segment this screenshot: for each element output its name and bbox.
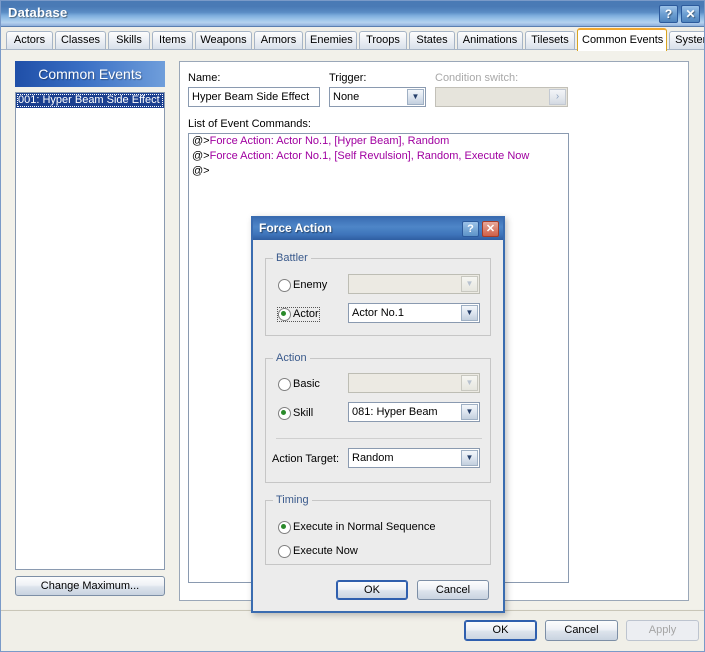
action-group-caption: Action [273, 352, 310, 364]
tab-troops[interactable]: Troops [359, 31, 407, 50]
battler-actor-select[interactable]: Actor No.1 ▼ [348, 303, 480, 323]
tab-armors[interactable]: Armors [254, 31, 303, 50]
battler-enemy-radio[interactable]: Enemy [278, 279, 327, 292]
database-window: Database ? ✕ Actors Classes Skills Items Wea… [0, 0, 705, 652]
tab-states[interactable]: States [409, 31, 455, 50]
force-action-dialog: Force Action ? ✕ Battler Enemy ▼ Actor A… [251, 216, 505, 613]
trigger-value: None [333, 91, 360, 103]
battler-enemy-select: ▼ [348, 274, 480, 294]
command-row[interactable]: @>Force Action: Actor No.1, [Hyper Beam]… [189, 134, 568, 149]
action-target-value: Random [352, 452, 394, 464]
tab-skills[interactable]: Skills [108, 31, 150, 50]
sidebar-header: Common Events [15, 61, 165, 87]
chevron-down-icon[interactable]: ▼ [407, 89, 424, 105]
tab-items[interactable]: Items [152, 31, 193, 50]
apply-button[interactable]: Apply [626, 620, 699, 641]
ok-button[interactable]: OK [464, 620, 537, 641]
tab-weapons[interactable]: Weapons [195, 31, 252, 50]
footer-bar: OK Cancel Apply [1, 610, 704, 651]
action-target-label: Action Target: [272, 453, 340, 465]
action-skill-select[interactable]: 081: Hyper Beam ▼ [348, 402, 480, 422]
command-row[interactable]: @> [189, 164, 568, 179]
browse-switch-icon[interactable]: › [549, 89, 566, 105]
tab-animations[interactable]: Animations [457, 31, 523, 50]
chevron-down-icon[interactable]: ▼ [461, 305, 478, 321]
battler-group: Battler Enemy ▼ Actor Actor No.1 ▼ [265, 252, 491, 336]
battler-actor-radio[interactable]: Actor [277, 307, 320, 322]
command-marker: @> [192, 150, 210, 162]
action-target-select[interactable]: Random ▼ [348, 448, 480, 468]
action-basic-radio[interactable]: Basic [278, 378, 320, 391]
timing-group-caption: Timing [273, 494, 312, 506]
command-row[interactable]: @>Force Action: Actor No.1, [Self Revuls… [189, 149, 568, 164]
tab-enemies[interactable]: Enemies [305, 31, 357, 50]
change-maximum-button[interactable]: Change Maximum... [15, 576, 165, 596]
command-marker: @> [192, 135, 210, 147]
command-text: Force Action: Actor No.1, [Hyper Beam], … [209, 135, 450, 147]
window-title: Database [8, 5, 68, 20]
dialog-close-icon[interactable]: ✕ [482, 221, 499, 237]
dialog-help-icon[interactable]: ? [462, 221, 479, 237]
name-label: Name: [188, 72, 221, 84]
timing-normal-radio[interactable]: Execute in Normal Sequence [278, 521, 435, 534]
tab-actors[interactable]: Actors [6, 31, 53, 50]
action-basic-select: ▼ [348, 373, 480, 393]
battler-group-caption: Battler [273, 252, 311, 264]
chevron-down-icon: ▼ [461, 276, 478, 292]
tab-bar: Actors Classes Skills Items Weapons Armors Ene… [1, 28, 704, 51]
list-item[interactable]: 001: Hyper Beam Side Effect [16, 93, 164, 108]
dialog-titlebar: Force Action ? ✕ [253, 218, 503, 240]
tab-classes[interactable]: Classes [55, 31, 106, 50]
condition-switch-field: › [435, 87, 568, 107]
close-icon[interactable]: ✕ [681, 5, 700, 23]
chevron-down-icon[interactable]: ▼ [461, 404, 478, 420]
condition-switch-label: Condition switch: [435, 72, 519, 84]
command-marker: @> [192, 165, 210, 177]
window-titlebar: Database ? ✕ [1, 1, 704, 27]
name-input[interactable]: Hyper Beam Side Effect [188, 87, 320, 107]
dialog-ok-button[interactable]: OK [336, 580, 408, 600]
divider [276, 438, 482, 439]
action-skill-radio[interactable]: Skill [278, 407, 313, 420]
dialog-title: Force Action [259, 221, 332, 235]
sidebar: Common Events 001: Hyper Beam Side Effec… [15, 61, 165, 570]
timing-now-radio[interactable]: Execute Now [278, 545, 358, 558]
battler-actor-value: Actor No.1 [352, 307, 404, 319]
help-icon[interactable]: ? [659, 5, 678, 23]
cancel-button[interactable]: Cancel [545, 620, 618, 641]
command-text: Force Action: Actor No.1, [Self Revulsio… [209, 150, 530, 162]
tab-system[interactable]: System [669, 31, 704, 50]
chevron-down-icon: ▼ [461, 375, 478, 391]
trigger-label: Trigger: [329, 72, 367, 84]
common-events-list[interactable]: 001: Hyper Beam Side Effect [15, 92, 165, 570]
client-area: Common Events 001: Hyper Beam Side Effec… [1, 49, 704, 613]
tab-tilesets[interactable]: Tilesets [525, 31, 575, 50]
action-group: Action Basic ▼ Skill 081: Hyper Beam ▼ A… [265, 352, 491, 483]
tab-common-events[interactable]: Common Events [577, 28, 667, 51]
dialog-cancel-button[interactable]: Cancel [417, 580, 489, 600]
timing-group: Timing Execute in Normal Sequence Execut… [265, 494, 491, 565]
chevron-down-icon[interactable]: ▼ [461, 450, 478, 466]
action-skill-value: 081: Hyper Beam [352, 406, 438, 418]
command-list-label: List of Event Commands: [188, 118, 311, 130]
trigger-select[interactable]: None ▼ [329, 87, 426, 107]
